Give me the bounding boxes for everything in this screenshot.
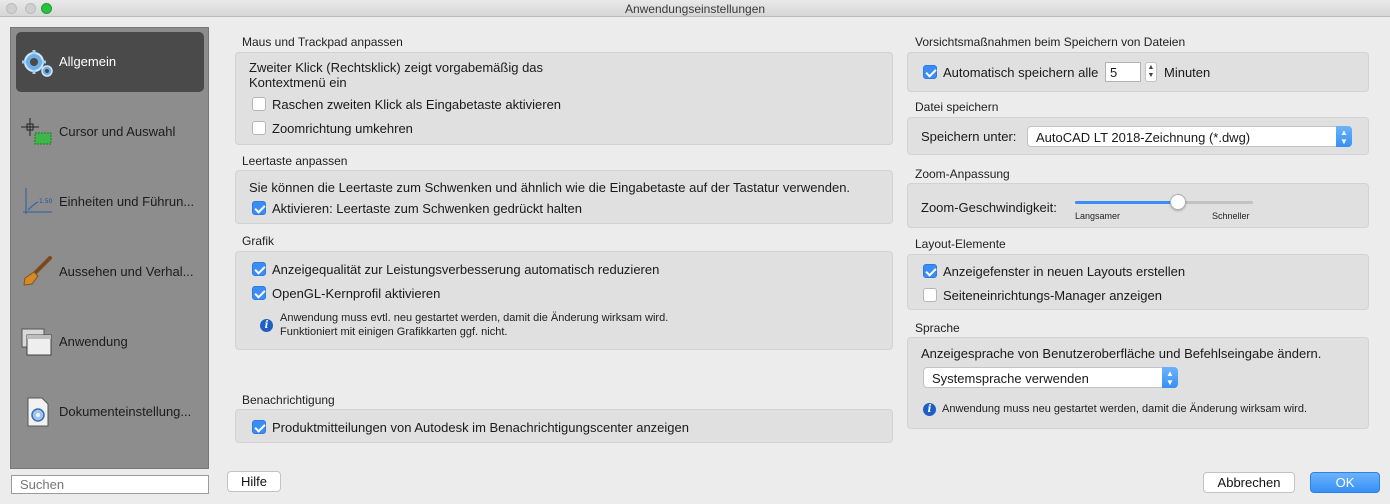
invert-zoom-option[interactable]: Zoomrichtung umkehren: [252, 121, 413, 136]
create-viewports-option[interactable]: Anzeigefenster in neuen Layouts erstelle…: [923, 264, 1185, 279]
search-input[interactable]: [11, 475, 209, 494]
space-pan-option[interactable]: Aktivieren: Leertaste zum Schwenken gedr…: [252, 201, 582, 216]
checkbox[interactable]: [252, 121, 266, 135]
autosave-label: Automatisch speichern alle: [943, 65, 1099, 80]
checkbox[interactable]: [923, 264, 937, 278]
space-description: Sie können die Leertaste zum Schwenken u…: [249, 180, 851, 195]
autosave-option[interactable]: Automatisch speichern alle: [923, 65, 1098, 80]
sidebar-item-label: Cursor und Auswahl: [59, 124, 176, 139]
section-title-autosave: Vorsichtsmaßnahmen beim Speichern von Da…: [915, 35, 1186, 49]
gears-icon: [22, 50, 53, 77]
checkbox[interactable]: [252, 286, 266, 300]
graphics-panel: Anzeigequalität zur Leistungsverbesserun…: [235, 251, 893, 350]
help-button[interactable]: Hilfe: [227, 471, 281, 492]
checkbox[interactable]: [252, 201, 266, 215]
sidebar-item-label: Einheiten und Führun...: [59, 194, 195, 209]
zoom-panel: Zoom-Geschwindigkeit: Langsamer Schnelle…: [907, 183, 1369, 228]
checkbox[interactable]: [252, 97, 266, 111]
option-label: Anzeigequalität zur Leistungsverbesserun…: [272, 262, 660, 277]
sidebar-item-cursor[interactable]: Cursor und Auswahl: [16, 102, 204, 162]
auto-reduce-quality-option[interactable]: Anzeigequalität zur Leistungsverbesserun…: [252, 262, 659, 277]
autosave-minutes-field[interactable]: 5: [1105, 62, 1141, 82]
sidebar-item-anwendung[interactable]: Anwendung: [16, 312, 204, 372]
save-format-value: AutoCAD LT 2018-Zeichnung (*.dwg): [1036, 130, 1251, 145]
svg-text:1.50: 1.50: [39, 198, 53, 205]
filesave-panel: Speichern unter: AutoCAD LT 2018-Zeichnu…: [907, 117, 1369, 155]
zoom-min-label: Langsamer: [1075, 211, 1121, 221]
option-label: Zoomrichtung umkehren: [272, 121, 413, 136]
fast-second-click-option[interactable]: Raschen zweiten Klick als Eingabetaste a…: [252, 97, 561, 112]
zoom-speed-label: Zoom-Geschwindigkeit:: [921, 200, 1057, 215]
checkbox[interactable]: [252, 420, 266, 434]
slider-knob[interactable]: [1170, 194, 1187, 210]
language-description: Anzeigesprache von Benutzeroberfläche un…: [921, 346, 1322, 361]
save-as-label: Speichern unter:: [921, 129, 1017, 144]
sidebar-item-dokumenteinstellungen[interactable]: Dokumenteinstellung...: [16, 382, 204, 442]
mouse-panel: Zweiter Klick (Rechtsklick) zeigt vorgab…: [235, 52, 893, 145]
sidebar-item-label: Anwendung: [59, 334, 128, 349]
mouse-info-line1: Zweiter Klick (Rechtsklick) zeigt vorgab…: [249, 60, 544, 75]
window-title: Anwendungseinstellungen: [624, 2, 766, 16]
sidebar-item-allgemein[interactable]: Allgemein: [16, 32, 204, 92]
autosave-stepper[interactable]: ▲ ▼: [1145, 62, 1157, 82]
sidebar-item-label: Allgemein: [59, 54, 117, 69]
section-title-space: Leertaste anpassen: [242, 154, 348, 168]
option-label: OpenGL-Kernprofil aktivieren: [272, 286, 441, 301]
opengl-core-option[interactable]: OpenGL-Kernprofil aktivieren: [252, 286, 440, 301]
option-label: Aktivieren: Leertaste zum Schwenken gedr…: [272, 201, 583, 216]
layout-panel: Anzeigefenster in neuen Layouts erstelle…: [907, 254, 1369, 310]
autosave-panel: Automatisch speichern alle 5 ▲ ▼ Minuten: [907, 52, 1369, 92]
graphics-note-line1: Anwendung muss evtl. neu gestartet werde…: [280, 312, 669, 324]
checkbox[interactable]: [923, 65, 937, 79]
space-panel: Sie können die Leertaste zum Schwenken u…: [235, 170, 893, 224]
language-value: Systemsprache verwenden: [932, 371, 1089, 386]
section-title-notification: Benachrichtigung: [242, 393, 335, 407]
section-title-filesave: Datei speichern: [915, 100, 999, 114]
graphics-note-line2: Funktioniert mit einigen Grafikkarten gg…: [280, 326, 508, 338]
section-title-graphics: Grafik: [242, 234, 275, 248]
cursor-selection-icon: [21, 118, 52, 145]
notification-panel: Produktmitteilungen von Autodesk im Bena…: [235, 409, 893, 443]
option-label: Raschen zweiten Klick als Eingabetaste a…: [272, 97, 562, 112]
sidebar: Allgemein Cursor und Auswahl 1.50 Einhei…: [10, 27, 209, 469]
option-label: Seiteneinrichtungs-Manager anzeigen: [943, 288, 1162, 303]
units-guides-icon: 1.50: [23, 188, 53, 214]
autosave-unit: Minuten: [1164, 65, 1211, 80]
slider-fill: [1075, 201, 1179, 204]
checkbox[interactable]: [923, 288, 937, 302]
sidebar-item-aussehen[interactable]: Aussehen und Verhal...: [16, 242, 204, 302]
sidebar-item-label: Aussehen und Verhal...: [59, 264, 194, 279]
mouse-info-line2: Kontextmenü ein: [249, 75, 347, 90]
zoom-max-label: Schneller: [1212, 211, 1250, 221]
save-format-select[interactable]: AutoCAD LT 2018-Zeichnung (*.dwg) ▲ ▼: [1027, 126, 1352, 147]
checkbox[interactable]: [252, 262, 266, 276]
info-icon: i: [260, 319, 273, 332]
ok-button[interactable]: OK: [1310, 472, 1380, 493]
chevron-updown-icon: ▲ ▼: [1162, 367, 1178, 388]
section-title-zoom: Zoom-Anpassung: [915, 167, 1010, 181]
cancel-button[interactable]: Abbrechen: [1203, 472, 1295, 493]
option-label: Anzeigefenster in neuen Layouts erstelle…: [943, 264, 1186, 279]
section-title-mouse: Maus und Trackpad anpassen: [242, 35, 403, 49]
product-messages-option[interactable]: Produktmitteilungen von Autodesk im Bena…: [252, 420, 689, 435]
section-title-layout: Layout-Elemente: [915, 237, 1006, 251]
page-setup-manager-option[interactable]: Seiteneinrichtungs-Manager anzeigen: [923, 288, 1162, 303]
zoom-speed-slider[interactable]: [1075, 201, 1253, 204]
language-select[interactable]: Systemsprache verwenden ▲ ▼: [923, 367, 1178, 388]
section-title-language: Sprache: [915, 321, 960, 335]
document-settings-icon: [27, 397, 49, 427]
brush-icon: [23, 256, 52, 286]
sidebar-item-label: Dokumenteinstellung...: [59, 404, 192, 419]
info-icon: i: [923, 403, 936, 416]
chevron-updown-icon: ▲ ▼: [1336, 126, 1352, 147]
language-panel: Anzeigesprache von Benutzeroberfläche un…: [907, 337, 1369, 429]
sidebar-item-einheiten[interactable]: 1.50 Einheiten und Führun...: [16, 172, 204, 232]
language-note: Anwendung muss neu gestartet werden, dam…: [942, 403, 1308, 415]
option-label: Produktmitteilungen von Autodesk im Bena…: [272, 420, 689, 435]
title-bar: Anwendungseinstellungen: [0, 0, 1390, 17]
windows-icon: [21, 328, 52, 356]
